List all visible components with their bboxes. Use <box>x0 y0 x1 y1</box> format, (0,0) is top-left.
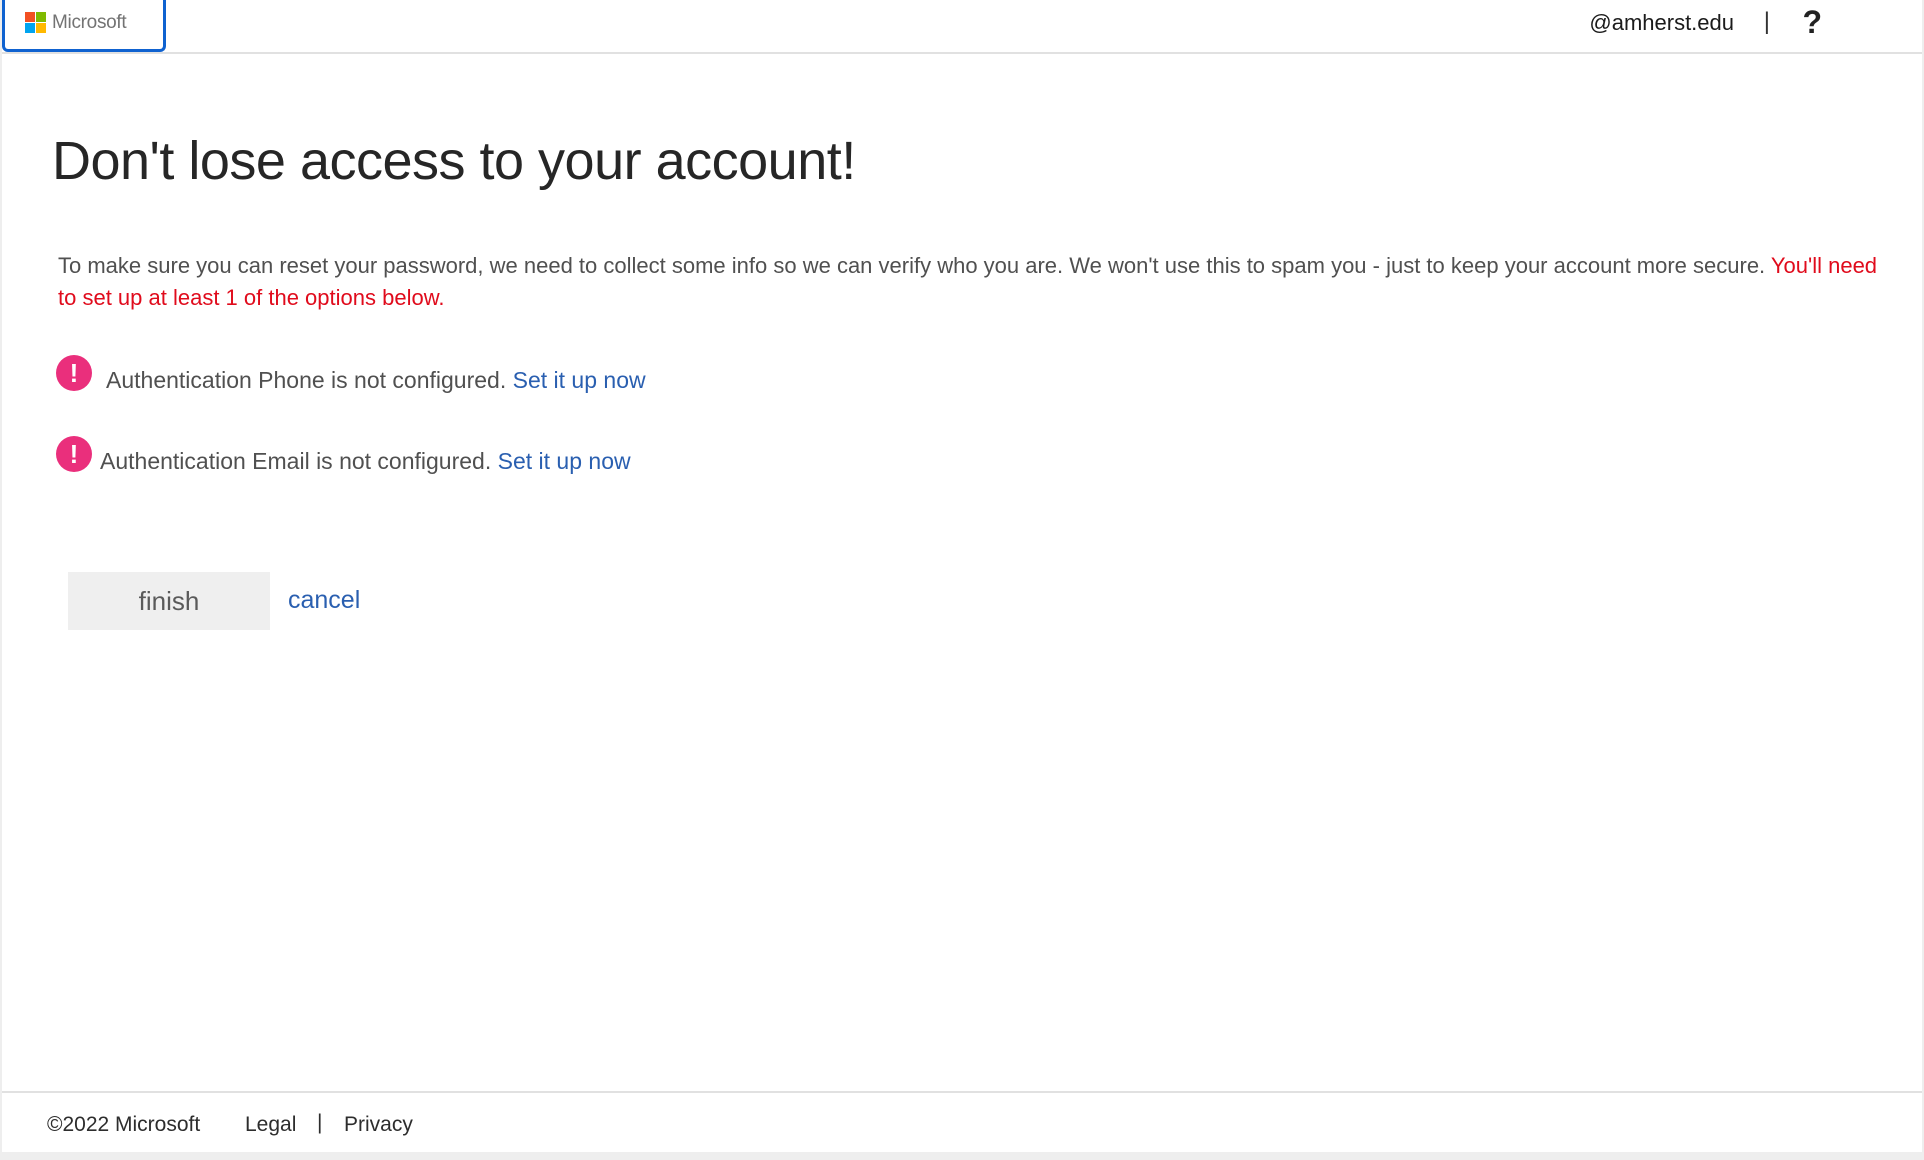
page: Microsoft @amherst.edu | ? Don't lose ac… <box>0 0 1922 1152</box>
email-status-label: Authentication Email is not configured. <box>100 448 498 474</box>
cancel-link[interactable]: cancel <box>288 586 360 615</box>
setup-email-link[interactable]: Set it up now <box>498 448 631 474</box>
email-status-row: ! Authentication Email is not configured… <box>56 436 631 475</box>
legal-link[interactable]: Legal <box>245 1113 296 1137</box>
footer: ©2022 Microsoft Legal | Privacy <box>2 1091 1922 1154</box>
alert-icon: ! <box>56 436 92 472</box>
phone-status-label: Authentication Phone is not configured. <box>106 367 513 393</box>
phone-status-text: Authentication Phone is not configured. … <box>106 367 646 394</box>
copyright: ©2022 Microsoft <box>47 1113 201 1136</box>
alert-icon: ! <box>56 355 92 391</box>
microsoft-logo-icon <box>25 12 46 33</box>
header: Microsoft @amherst.edu | ? <box>2 0 1922 54</box>
help-icon[interactable]: ? <box>1802 4 1822 41</box>
phone-status-row: ! Authentication Phone is not configured… <box>56 355 646 394</box>
intro-description: To make sure you can reset your password… <box>58 253 1771 278</box>
finish-button[interactable]: finish <box>68 572 270 630</box>
intro-text: To make sure you can reset your password… <box>58 250 1878 314</box>
microsoft-logo[interactable]: Microsoft <box>2 0 166 52</box>
footer-separator: | <box>317 1111 323 1134</box>
email-status-text: Authentication Email is not configured. … <box>100 448 631 475</box>
privacy-link[interactable]: Privacy <box>344 1113 413 1137</box>
header-separator: | <box>1763 8 1770 35</box>
setup-phone-link[interactable]: Set it up now <box>513 367 646 393</box>
user-id: @amherst.edu <box>1589 10 1734 35</box>
logo-text: Microsoft <box>52 11 127 33</box>
page-title: Don't lose access to your account! <box>52 131 856 191</box>
